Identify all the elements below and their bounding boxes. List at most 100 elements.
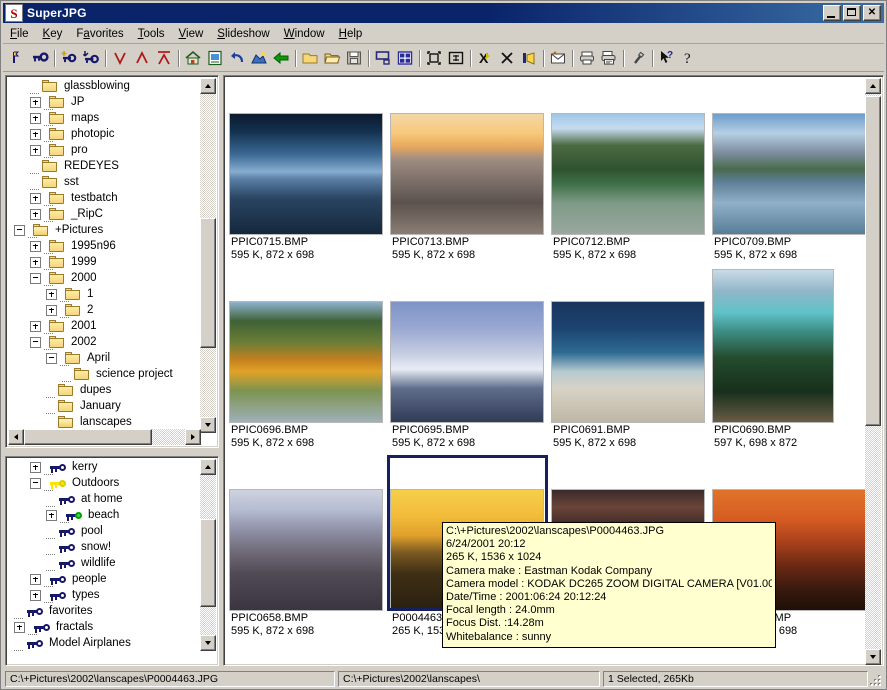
open-folder-icon[interactable] (321, 47, 343, 69)
folder-tree-item[interactable]: 2001 (8, 318, 201, 334)
thumbnail-item[interactable]: PPIC0658.BMP595 K, 872 x 698 (230, 460, 390, 650)
save-icon[interactable] (343, 47, 365, 69)
folder-tree-item[interactable]: science project (8, 366, 201, 382)
keyword-tree-item[interactable]: types (8, 587, 201, 603)
thumbnail-image[interactable] (391, 302, 543, 422)
keyword-tree-item[interactable]: Outdoors (8, 475, 201, 491)
scroll-thumb[interactable] (200, 519, 216, 607)
expand-button[interactable] (30, 590, 41, 601)
keyword-tree-item[interactable]: people (8, 571, 201, 587)
keyword-tree-item[interactable]: snow! (8, 539, 201, 555)
folder-tree[interactable]: glassblowingJPmapsphotopicproREDEYESsstt… (8, 78, 201, 433)
keyword-tree-item[interactable]: favorites (8, 603, 201, 619)
print-preview-icon[interactable] (598, 47, 620, 69)
expand-button[interactable] (30, 462, 41, 473)
full-screen-icon[interactable] (445, 47, 467, 69)
menu-key[interactable]: Key (36, 26, 70, 42)
folder-tree-horizontal-scrollbar[interactable] (8, 429, 201, 445)
thumbnail-image[interactable] (230, 114, 382, 234)
key-icon[interactable] (29, 47, 51, 69)
print-icon[interactable] (576, 47, 598, 69)
thumbnail-item[interactable]: PPIC0712.BMP595 K, 872 x 698 (552, 84, 712, 274)
assign-key-icon[interactable] (7, 47, 29, 69)
delete-x-icon[interactable]: X (474, 47, 496, 69)
expand-button[interactable] (30, 193, 41, 204)
thumbnail-image[interactable] (230, 302, 382, 422)
folder-tree-item[interactable]: glassblowing (8, 78, 201, 94)
scroll-thumb-horizontal[interactable] (24, 429, 152, 445)
expand-button[interactable] (14, 622, 25, 633)
expand-button[interactable] (30, 209, 41, 220)
scroll-up-button[interactable] (865, 78, 881, 94)
expand-button[interactable] (30, 113, 41, 124)
thumbnail-vertical-scrollbar[interactable] (865, 78, 881, 665)
undo-icon[interactable] (226, 47, 248, 69)
thumbnail-image[interactable] (230, 490, 382, 610)
thumbnail-view-icon[interactable] (372, 47, 394, 69)
folder-tree-item[interactable]: _RipC (8, 206, 201, 222)
thumbnail-item[interactable]: PPIC0691.BMP595 K, 872 x 698 (552, 272, 712, 462)
tools-icon[interactable] (627, 47, 649, 69)
thumbnail-image[interactable] (552, 302, 704, 422)
folder-tree-item[interactable]: 1995n96 (8, 238, 201, 254)
add-key-icon[interactable] (58, 47, 80, 69)
menu-favorites[interactable]: Favorites (69, 26, 130, 42)
thumbnail-image[interactable] (713, 270, 833, 422)
collapse-button[interactable] (30, 273, 41, 284)
folder-tree-item[interactable]: 1 (8, 286, 201, 302)
menu-tools[interactable]: Tools (131, 26, 172, 42)
keyword-tree-item[interactable]: beach (8, 507, 201, 523)
scroll-up-button[interactable] (200, 459, 216, 475)
expand-button[interactable] (30, 241, 41, 252)
folder-tree-item[interactable]: sst (8, 174, 201, 190)
scroll-left-button[interactable] (8, 429, 24, 445)
keyword-tree-item[interactable]: wildlife (8, 555, 201, 571)
folder-tree-item[interactable]: JP (8, 94, 201, 110)
menu-slideshow[interactable]: Slideshow (210, 26, 276, 42)
maximize-button[interactable] (843, 5, 861, 21)
back-arrow-icon[interactable] (270, 47, 292, 69)
thumbnail-item[interactable]: PPIC0709.BMP595 K, 872 x 698 (713, 84, 866, 274)
thumbnail-image[interactable] (552, 114, 704, 234)
properties-icon[interactable] (204, 47, 226, 69)
folder-tree-item[interactable]: 1999 (8, 254, 201, 270)
resize-grip[interactable] (869, 674, 881, 686)
thumbnail-image[interactable] (713, 114, 865, 234)
expand-button[interactable] (30, 257, 41, 268)
folder-tree-item[interactable]: +Pictures (8, 222, 201, 238)
expand-button[interactable] (30, 145, 41, 156)
home-icon[interactable] (182, 47, 204, 69)
collapse-button[interactable] (30, 337, 41, 348)
close-x-icon[interactable] (496, 47, 518, 69)
new-folder-icon[interactable] (299, 47, 321, 69)
remove-key-icon[interactable] (80, 47, 102, 69)
scroll-thumb[interactable] (865, 96, 881, 426)
rotate-icon[interactable] (518, 47, 540, 69)
expand-button[interactable] (30, 129, 41, 140)
scroll-down-button[interactable] (865, 649, 881, 665)
folder-tree-item[interactable]: pro (8, 142, 201, 158)
menu-help[interactable]: Help (332, 26, 370, 42)
email-icon[interactable] (547, 47, 569, 69)
collapse-button[interactable] (30, 478, 41, 489)
collapse-button[interactable] (14, 225, 25, 236)
scroll-down-button[interactable] (200, 635, 216, 651)
keyword-tree[interactable]: kerryOutdoorsat homebeachpoolsnow!wildli… (8, 459, 201, 651)
menu-file[interactable]: File (3, 26, 36, 42)
folder-tree-item[interactable]: testbatch (8, 190, 201, 206)
folder-tree-item[interactable]: REDEYES (8, 158, 201, 174)
about-help-icon[interactable]: ? (678, 47, 700, 69)
expand-button[interactable] (30, 321, 41, 332)
menu-view[interactable]: View (172, 26, 211, 42)
folder-tree-item[interactable]: 2002 (8, 334, 201, 350)
sort-ascending-icon[interactable] (131, 47, 153, 69)
minimize-button[interactable] (823, 5, 841, 21)
thumbnail-item[interactable]: PPIC0713.BMP595 K, 872 x 698 (391, 84, 551, 274)
keyword-tree-vertical-scrollbar[interactable] (200, 459, 216, 651)
open-image-icon[interactable] (248, 47, 270, 69)
grid-view-icon[interactable] (394, 47, 416, 69)
scroll-right-button[interactable] (185, 429, 201, 445)
close-button[interactable]: ✕ (863, 5, 881, 21)
collapse-button[interactable] (46, 353, 57, 364)
thumbnail-item[interactable]: PPIC0696.BMP595 K, 872 x 698 (230, 272, 390, 462)
